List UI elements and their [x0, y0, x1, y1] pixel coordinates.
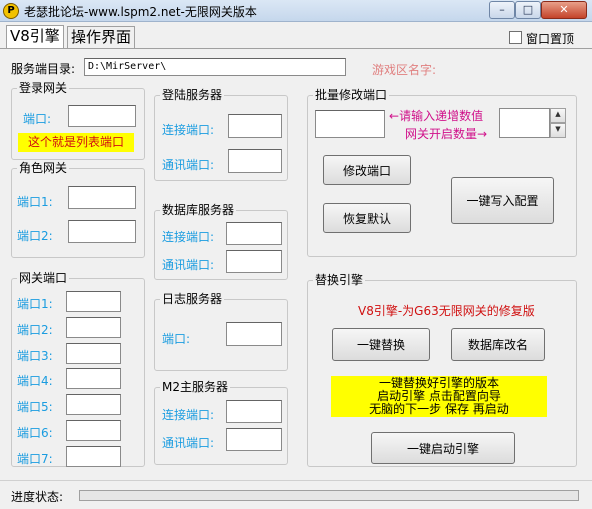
increment-hint: ←请输入递增数值: [389, 109, 484, 123]
login-server-connect-label: 连接端口:: [162, 123, 215, 137]
tab-divider: [0, 48, 592, 49]
gateway-port1-input[interactable]: [66, 291, 121, 312]
status-divider: [0, 480, 592, 481]
left-arrow-icon: ←: [389, 109, 400, 123]
gateway-port2-input[interactable]: [66, 316, 121, 338]
increment-input[interactable]: [315, 110, 385, 138]
login-server-comm-input[interactable]: [228, 149, 282, 173]
gateway-port6-label: 端口6:: [17, 426, 53, 440]
db-server-title: 数据库服务器: [160, 203, 237, 217]
role-gateway-port2-label: 端口2:: [17, 229, 53, 243]
role-gateway-port2-input[interactable]: [68, 220, 136, 243]
game-zone-label: 游戏区名字:: [372, 63, 437, 77]
server-dir-label: 服务端目录:: [11, 62, 76, 76]
minimize-icon: –: [499, 3, 505, 16]
m2-server-connect-input[interactable]: [226, 400, 282, 423]
replace-button[interactable]: 一键替换: [332, 328, 430, 361]
gateway-port5-input[interactable]: [66, 394, 121, 416]
db-server-comm-label: 通讯端口:: [162, 258, 215, 272]
restore-default-button[interactable]: 恢复默认: [323, 203, 411, 233]
log-server-port-label: 端口:: [162, 332, 191, 346]
login-server-connect-input[interactable]: [228, 114, 282, 138]
gateway-port2-label: 端口2:: [17, 322, 53, 337]
m2-server-connect-label: 连接端口:: [162, 408, 215, 422]
gateway-port6-input[interactable]: [66, 420, 121, 441]
role-gateway-port1-label: 端口1:: [17, 195, 53, 209]
gateway-port4-input[interactable]: [66, 368, 121, 390]
role-gateway-port1-input[interactable]: [68, 186, 136, 209]
log-server-title: 日志服务器: [160, 292, 225, 306]
login-server-comm-label: 通讯端口:: [162, 158, 215, 172]
db-server-comm-input[interactable]: [226, 250, 282, 273]
right-arrow-icon: →: [477, 127, 488, 141]
gateway-ports-title: 网关端口: [17, 271, 70, 285]
app-logo-icon: P: [3, 3, 19, 19]
tab-operation[interactable]: 操作界面: [67, 26, 136, 48]
gateway-port4-label: 端口4:: [17, 374, 53, 389]
modify-ports-button[interactable]: 修改端口: [323, 155, 411, 185]
role-gateway-title: 角色网关: [17, 161, 70, 175]
db-server-connect-input[interactable]: [226, 222, 282, 245]
progress-bar: [79, 490, 579, 501]
server-dir-input[interactable]: D:\MirServer\: [84, 58, 346, 76]
window-title: 老瑟批论坛-www.lspm2.net-无限网关版本: [24, 5, 257, 19]
spin-up-icon: ▲: [555, 110, 561, 118]
close-icon: ✕: [559, 3, 569, 16]
login-gateway-port-input[interactable]: [68, 105, 136, 127]
gateway-port5-label: 端口5:: [17, 400, 53, 415]
status-label: 进度状态:: [11, 490, 64, 504]
topmost-checkbox[interactable]: [509, 31, 522, 44]
role-gateway-group: [11, 168, 145, 258]
minimize-button[interactable]: –: [489, 1, 515, 19]
tab-v8-engine[interactable]: V8引擎: [6, 25, 64, 49]
m2-server-group: [154, 387, 288, 465]
gateway-port7-label: 端口7:: [17, 451, 53, 466]
spin-down-button[interactable]: ▼: [550, 123, 566, 138]
write-config-button[interactable]: 一键写入配置: [451, 177, 554, 224]
m2-server-comm-label: 通讯端口:: [162, 436, 215, 450]
replace-engine-title: 替换引擎: [313, 273, 366, 287]
m2-server-comm-input[interactable]: [226, 428, 282, 451]
spin-down-icon: ▼: [555, 125, 561, 133]
replace-engine-desc: V8引擎-为G63无限网关的修复版: [358, 304, 535, 318]
gateway-port7-input[interactable]: [66, 445, 121, 467]
login-gateway-port-label: 端口:: [23, 112, 52, 126]
m2-server-title: M2主服务器: [160, 380, 230, 394]
close-button[interactable]: ✕: [541, 1, 587, 19]
start-engine-button[interactable]: 一键启动引擎: [371, 432, 515, 464]
maximize-button[interactable]: □: [515, 1, 541, 19]
batch-modify-title: 批量修改端口: [313, 88, 390, 102]
replace-engine-note: 一键替换好引擎的版本 启动引擎 点击配置向导 无脑的下一步 保存 再启动: [331, 376, 547, 417]
gateway-port3-input[interactable]: [66, 342, 121, 364]
gateway-port3-label: 端口3:: [17, 348, 53, 363]
spin-up-button[interactable]: ▲: [550, 108, 566, 123]
db-rename-button[interactable]: 数据库改名: [451, 328, 545, 361]
gateway-count-input[interactable]: [499, 108, 550, 138]
topmost-label: 窗口置顶: [526, 32, 575, 46]
login-server-title: 登陆服务器: [160, 88, 225, 102]
gateway-port1-label: 端口1:: [17, 297, 53, 311]
db-server-connect-label: 连接端口:: [162, 230, 215, 244]
log-server-port-input[interactable]: [226, 322, 282, 346]
gateway-count-hint: 网关开启数量→: [405, 127, 488, 141]
login-gateway-title: 登录网关: [17, 81, 70, 95]
login-gateway-note: 这个就是列表端口: [18, 133, 134, 152]
maximize-icon: □: [522, 3, 534, 16]
